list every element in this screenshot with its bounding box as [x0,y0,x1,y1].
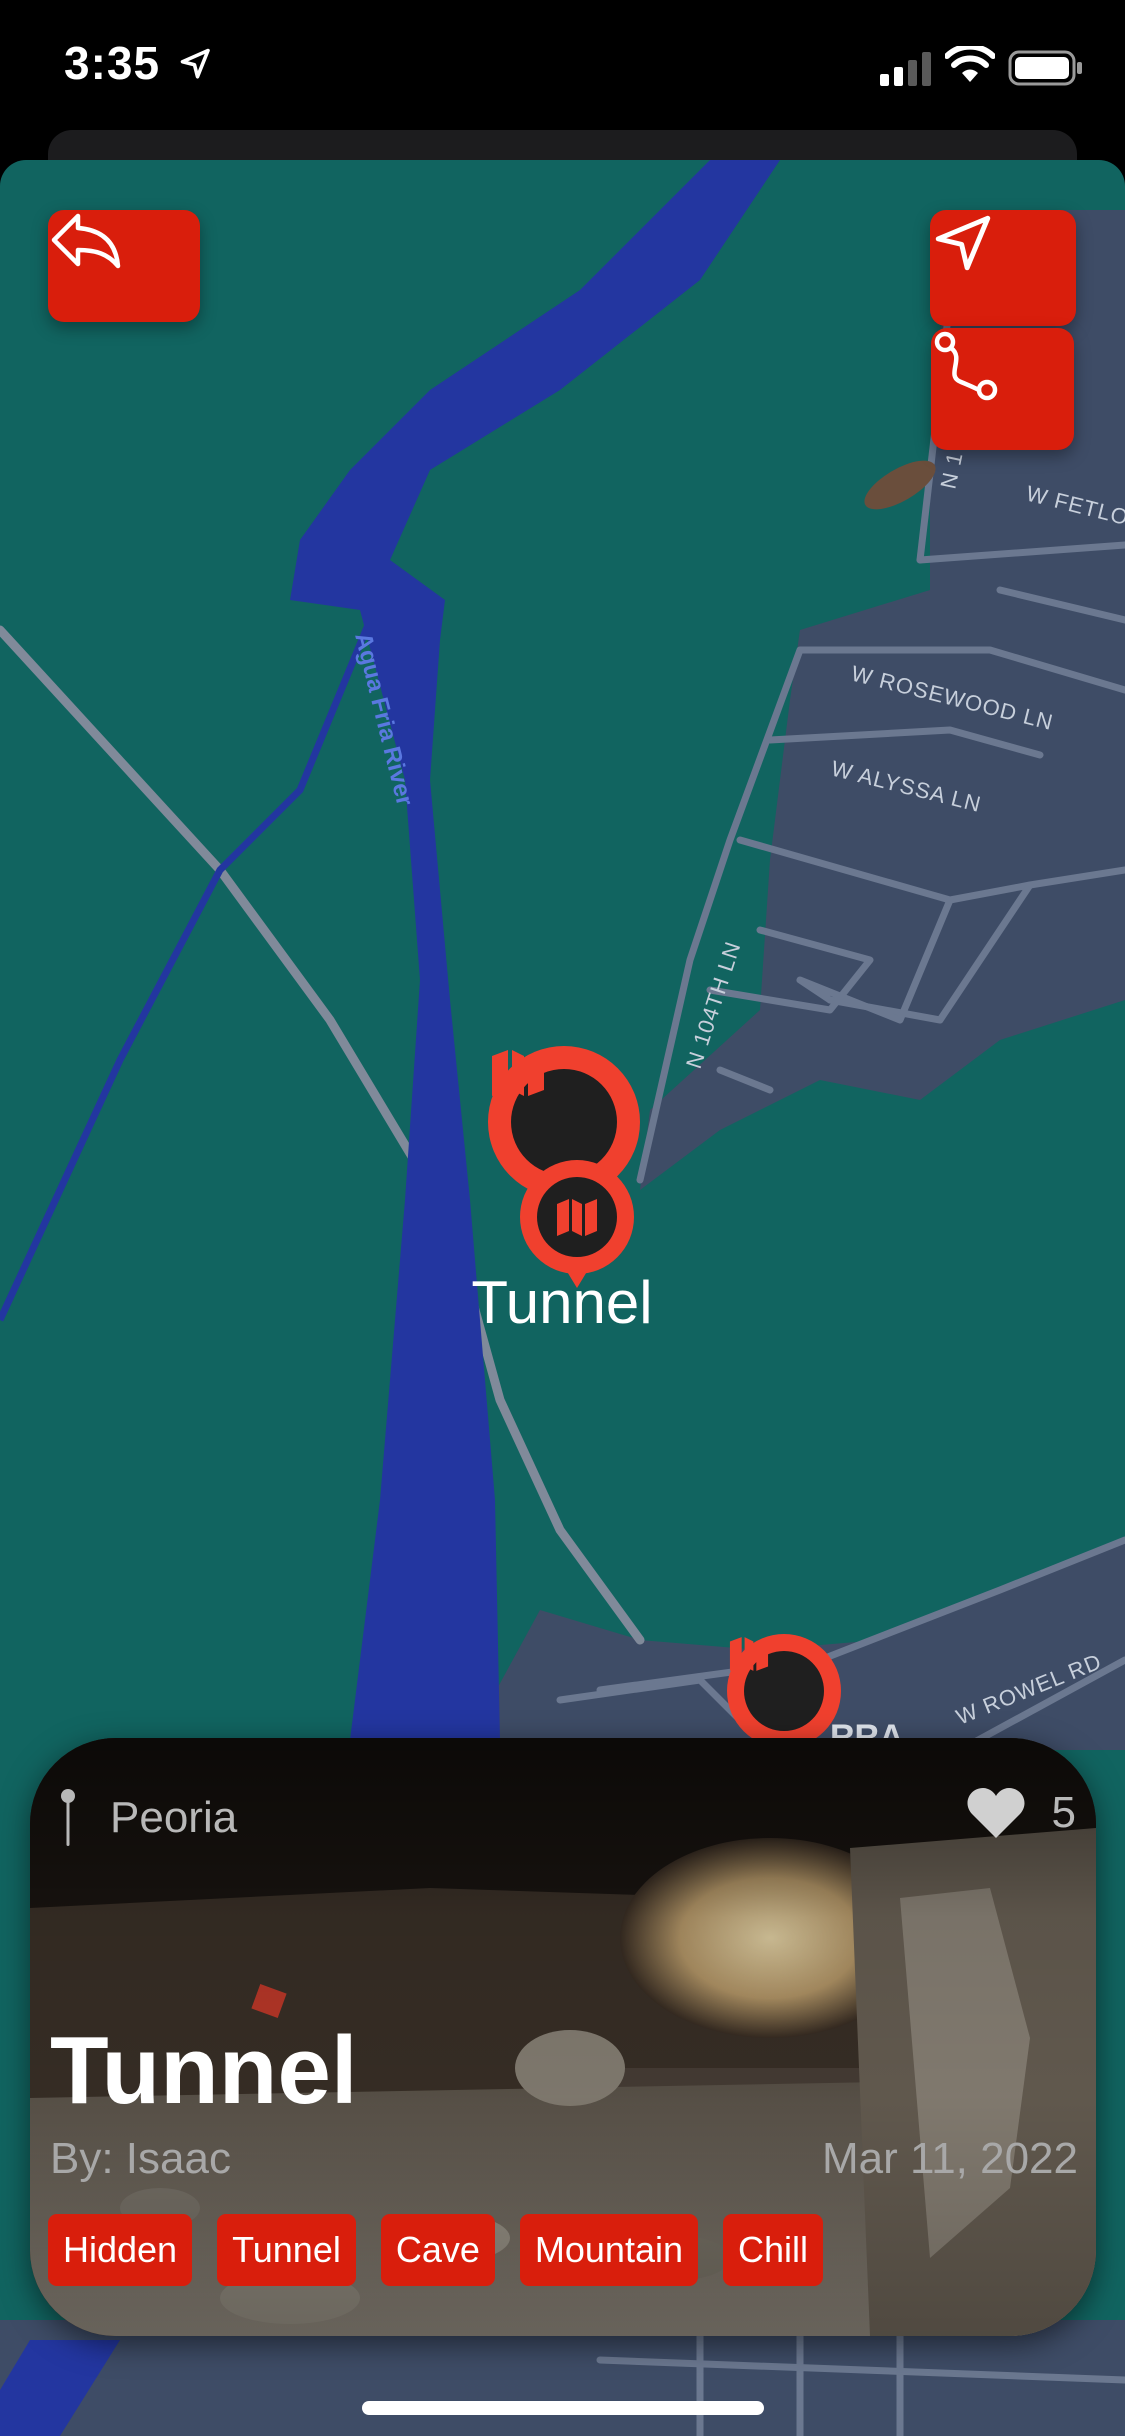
spot-city: Peoria [110,1793,238,1842]
city-row: Peoria [60,1788,237,1848]
map-icon [492,1050,544,1096]
heart-icon [967,1788,1025,1838]
tag-chip[interactable]: Cave [380,2214,495,2286]
wifi-icon [945,46,995,82]
status-bar: 3:35 [0,0,1125,140]
reply-arrow-icon [51,213,121,269]
locate-me-button[interactable] [930,210,1076,326]
battery-icon [1008,50,1082,86]
tag-list: Hidden Tunnel Cave Mountain Chill [48,2214,848,2286]
tag-chip[interactable]: Mountain [519,2214,698,2286]
location-arrow-icon [935,215,991,271]
map-pin-secondary[interactable] [727,1634,841,1748]
like-button[interactable]: 5 [966,1786,1076,1840]
status-time: 3:35 [64,37,161,89]
tag-chip[interactable]: Tunnel [217,2214,356,2286]
route-button[interactable] [931,328,1074,450]
map-pin-label: Tunnel [471,1269,653,1336]
home-indicator[interactable] [362,2401,764,2415]
cellular-signal-icon [880,52,931,86]
location-services-icon [180,48,210,79]
pin-icon [61,1789,75,1846]
like-count: 5 [1051,1788,1076,1837]
spot-date: Mar 11, 2022 [821,2134,1078,2183]
back-button[interactable] [48,210,200,322]
route-icon [934,331,998,401]
map-icon [729,1637,769,1671]
spot-author: By: Isaac [50,2134,231,2183]
tag-chip[interactable]: Hidden [48,2214,193,2286]
tag-chip[interactable]: Chill [723,2214,824,2286]
spot-card[interactable]: Peoria 5 Tunnel By: Isaac Mar 11, 2022 H… [30,1738,1096,2336]
spot-title: Tunnel [50,2017,358,2124]
